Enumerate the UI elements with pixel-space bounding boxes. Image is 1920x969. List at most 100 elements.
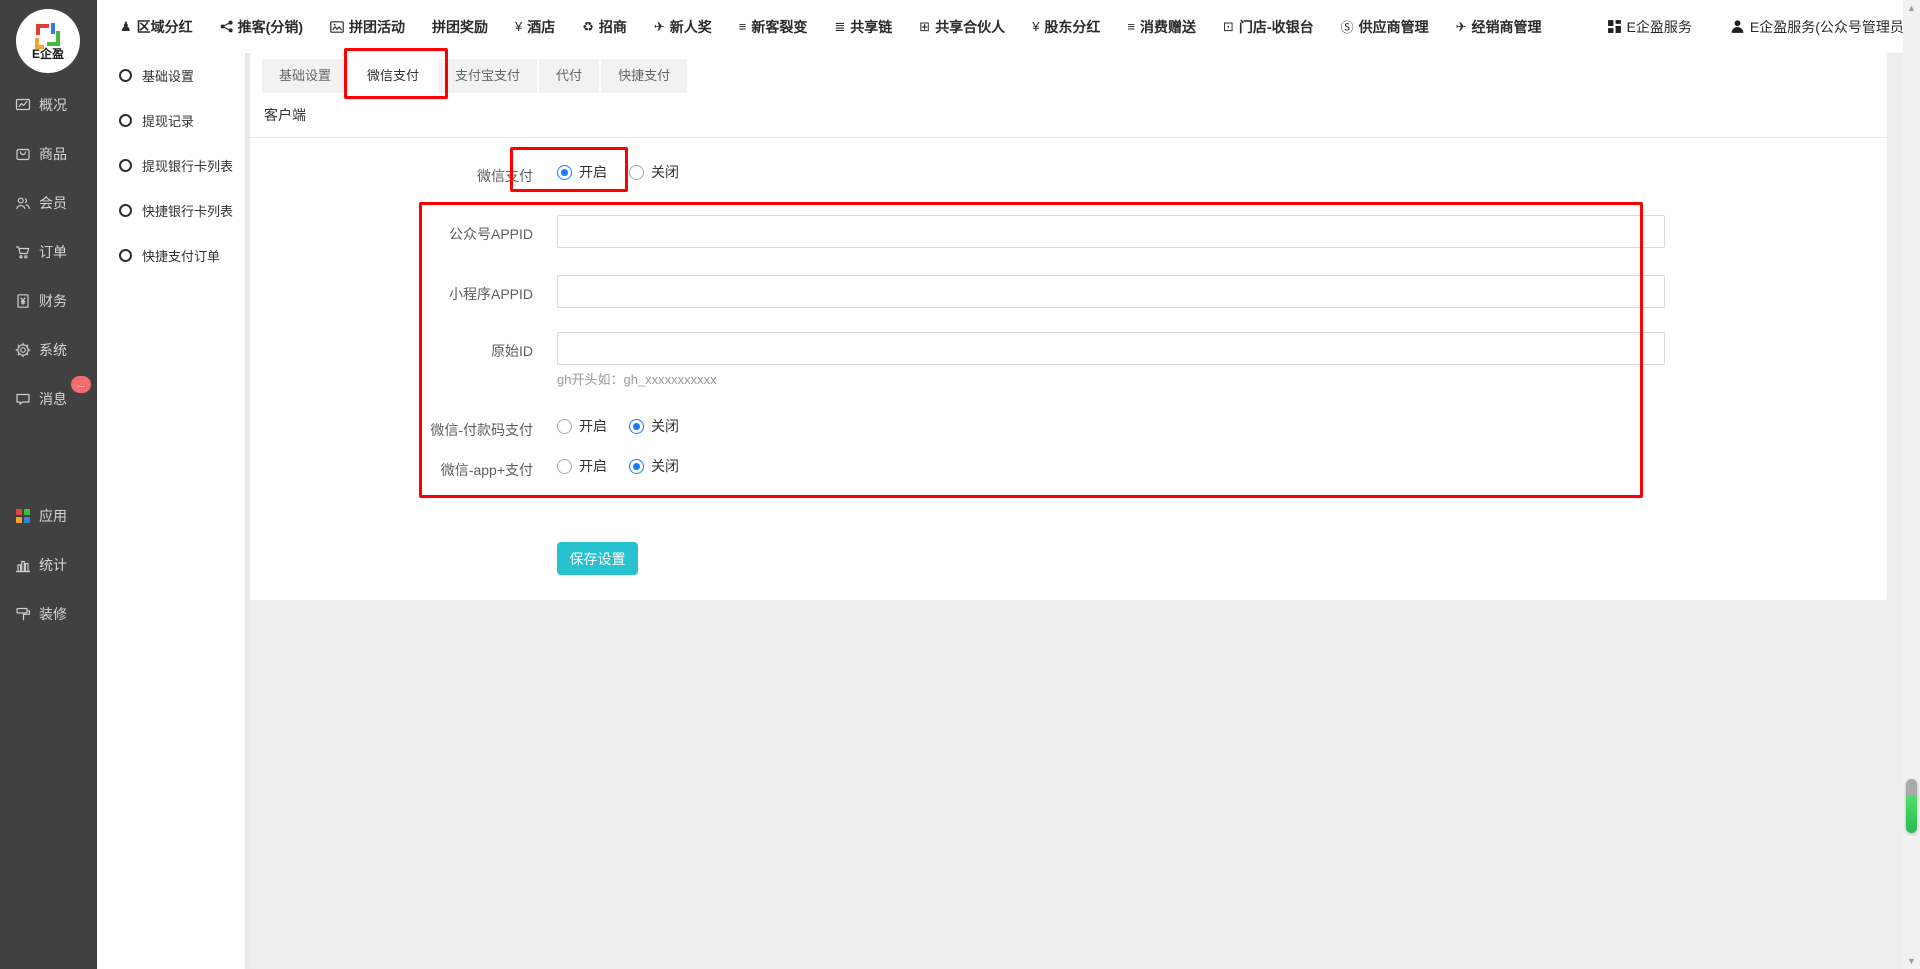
- sidebar-item-goods[interactable]: 商品: [0, 129, 97, 178]
- nav-item-share-chain[interactable]: ≣ 共享链: [834, 17, 892, 37]
- nav-item-share-partner[interactable]: ⊞ 共享合伙人: [919, 17, 1005, 37]
- tab-quick-pay[interactable]: 快捷支付: [601, 59, 687, 93]
- official-appid-input[interactable]: [557, 215, 1665, 248]
- circle-bullet-icon: [119, 204, 132, 217]
- save-settings-button[interactable]: 保存设置: [557, 542, 638, 575]
- sidebar-item-messages[interactable]: 消息 ...: [0, 374, 97, 423]
- wechat-pay-on-radio[interactable]: [557, 165, 572, 180]
- rank-icon: ♟: [120, 19, 132, 35]
- nav-item-supplier-mgmt[interactable]: Ⓢ 供应商管理: [1341, 17, 1429, 37]
- submenu-item-basic-settings[interactable]: 基础设置: [97, 53, 245, 98]
- nav-item-account[interactable]: E企盈服务(公众号管理员): [1730, 17, 1909, 37]
- apppay-on-label: 开启: [579, 456, 607, 476]
- original-id-input[interactable]: [557, 332, 1665, 365]
- scroll-indicator-green: [1906, 796, 1917, 833]
- sidebar-item-finance[interactable]: 财务: [0, 276, 97, 325]
- subtab-row: 客户端: [250, 93, 1887, 138]
- sidebar-item-apps[interactable]: 应用: [0, 491, 97, 540]
- circle-bullet-icon: [119, 249, 132, 262]
- sidebar-item-stats[interactable]: 统计: [0, 540, 97, 589]
- sidebar-item-label: 会员: [39, 193, 67, 213]
- nav-item-region-bonus[interactable]: ♟ 区域分红: [120, 17, 193, 37]
- list-icon: ≣: [834, 19, 845, 35]
- tab-wechat-pay[interactable]: 微信支付: [350, 59, 436, 93]
- sidebar-item-label: 系统: [39, 340, 67, 360]
- primary-sidebar: E企盈 概况 商品 会员 订单 财务 系统 消息 ...: [0, 0, 97, 969]
- jet-icon: ✈: [1456, 19, 1467, 35]
- members-icon: [13, 194, 33, 212]
- official-appid-label: 公众号APPID: [250, 224, 533, 244]
- nav-item-investment[interactable]: ♻ 招商: [582, 17, 627, 37]
- scroll-up-icon[interactable]: ▲: [1903, 3, 1920, 13]
- scroll-indicator[interactable]: [1906, 779, 1917, 833]
- subtab-client[interactable]: 客户端: [250, 93, 306, 138]
- image-icon: [330, 21, 344, 33]
- paycode-off-radio[interactable]: [629, 419, 644, 434]
- wechat-pay-label: 微信支付: [250, 166, 533, 186]
- user-icon: [1730, 19, 1745, 34]
- decorate-icon: [13, 605, 33, 623]
- submenu-item-quick-pay-orders[interactable]: 快捷支付订单: [97, 233, 245, 278]
- tab-basic-settings[interactable]: 基础设置: [262, 59, 348, 93]
- nav-item-new-customer[interactable]: ≡ 新客裂变: [739, 17, 808, 37]
- stats-icon: [13, 556, 33, 574]
- wechat-pay-on-label: 开启: [579, 162, 607, 182]
- circle-bullet-icon: [119, 114, 132, 127]
- system-icon: [13, 341, 33, 359]
- nav-item-shareholder-bonus[interactable]: ¥ 股东分红: [1032, 17, 1100, 37]
- paycode-on-radio[interactable]: [557, 419, 572, 434]
- scroll-indicator-cap: [1906, 779, 1917, 796]
- orders-icon: [13, 243, 33, 261]
- nav-item-consumption-gift[interactable]: ≡ 消费赠送: [1127, 17, 1196, 37]
- sidebar-item-label: 应用: [39, 506, 67, 526]
- sidebar-item-label: 财务: [39, 291, 67, 311]
- miniprogram-appid-label: 小程序APPID: [250, 284, 533, 304]
- submenu-item-withdraw-bankcards[interactable]: 提现银行卡列表: [97, 143, 245, 188]
- overview-icon: [13, 96, 33, 114]
- sidebar-item-label: 商品: [39, 144, 67, 164]
- message-icon: [13, 390, 33, 408]
- brand-logo[interactable]: E企盈: [16, 9, 80, 73]
- miniprogram-appid-input[interactable]: [557, 275, 1665, 308]
- paycode-pay-radio-group: 开启 关闭: [557, 413, 701, 439]
- sidebar-item-orders[interactable]: 订单: [0, 227, 97, 276]
- sidebar-item-system[interactable]: 系统: [0, 325, 97, 374]
- apps-icon: [13, 507, 33, 525]
- secondary-sidebar: 基础设置 提现记录 提现银行卡列表 快捷银行卡列表 快捷支付订单: [97, 53, 245, 969]
- nav-item-service[interactable]: E企盈服务: [1607, 17, 1692, 37]
- sidebar-item-decorate[interactable]: 装修: [0, 589, 97, 638]
- apppay-label: 微信-app+支付: [250, 460, 533, 480]
- paycode-pay-label: 微信-付款码支付: [250, 420, 533, 440]
- submenu-item-withdraw-records[interactable]: 提现记录: [97, 98, 245, 143]
- circle-bullet-icon: [119, 159, 132, 172]
- wechat-pay-off-label: 关闭: [651, 162, 679, 182]
- nav-item-hotel[interactable]: ¥ 酒店: [515, 17, 555, 37]
- nav-item-store-cashier[interactable]: ⊡ 门店-收银台: [1223, 17, 1314, 37]
- nav-item-group-activity[interactable]: 拼团活动: [330, 17, 405, 37]
- submenu-item-quick-bankcards[interactable]: 快捷银行卡列表: [97, 188, 245, 233]
- scroll-down-icon[interactable]: ▼: [1903, 956, 1920, 966]
- apppay-off-label: 关闭: [651, 456, 679, 476]
- wechat-pay-off-radio[interactable]: [629, 165, 644, 180]
- original-id-label: 原始ID: [250, 341, 533, 361]
- original-id-hint: gh开头如：gh_xxxxxxxxxxx: [557, 369, 717, 388]
- supplier-icon: Ⓢ: [1341, 17, 1354, 36]
- lines-icon: ≡: [1127, 19, 1135, 34]
- paycode-off-label: 关闭: [651, 416, 679, 436]
- sidebar-item-overview[interactable]: 概况: [0, 80, 97, 129]
- tab-alipay[interactable]: 支付宝支付: [438, 59, 537, 93]
- apppay-on-radio[interactable]: [557, 459, 572, 474]
- payment-tabs: 基础设置 微信支付 支付宝支付 代付 快捷支付: [262, 59, 689, 93]
- nav-item-dealer-mgmt[interactable]: ✈ 经销商管理: [1456, 17, 1542, 37]
- nav-item-group-reward[interactable]: 拼团奖励: [432, 17, 488, 37]
- storefront-icon: ⊡: [1223, 19, 1234, 35]
- nav-item-newcomer-award[interactable]: ✈ 新人奖: [654, 17, 712, 37]
- sidebar-item-label: 消息: [39, 389, 67, 409]
- apppay-off-radio[interactable]: [629, 459, 644, 474]
- sidebar-item-label: 概况: [39, 95, 67, 115]
- sidebar-item-label: 订单: [39, 242, 67, 262]
- tab-payout[interactable]: 代付: [539, 59, 599, 93]
- sidebar-item-label: 装修: [39, 604, 67, 624]
- sidebar-item-members[interactable]: 会员: [0, 178, 97, 227]
- nav-item-promoter[interactable]: 推客(分销): [220, 17, 303, 37]
